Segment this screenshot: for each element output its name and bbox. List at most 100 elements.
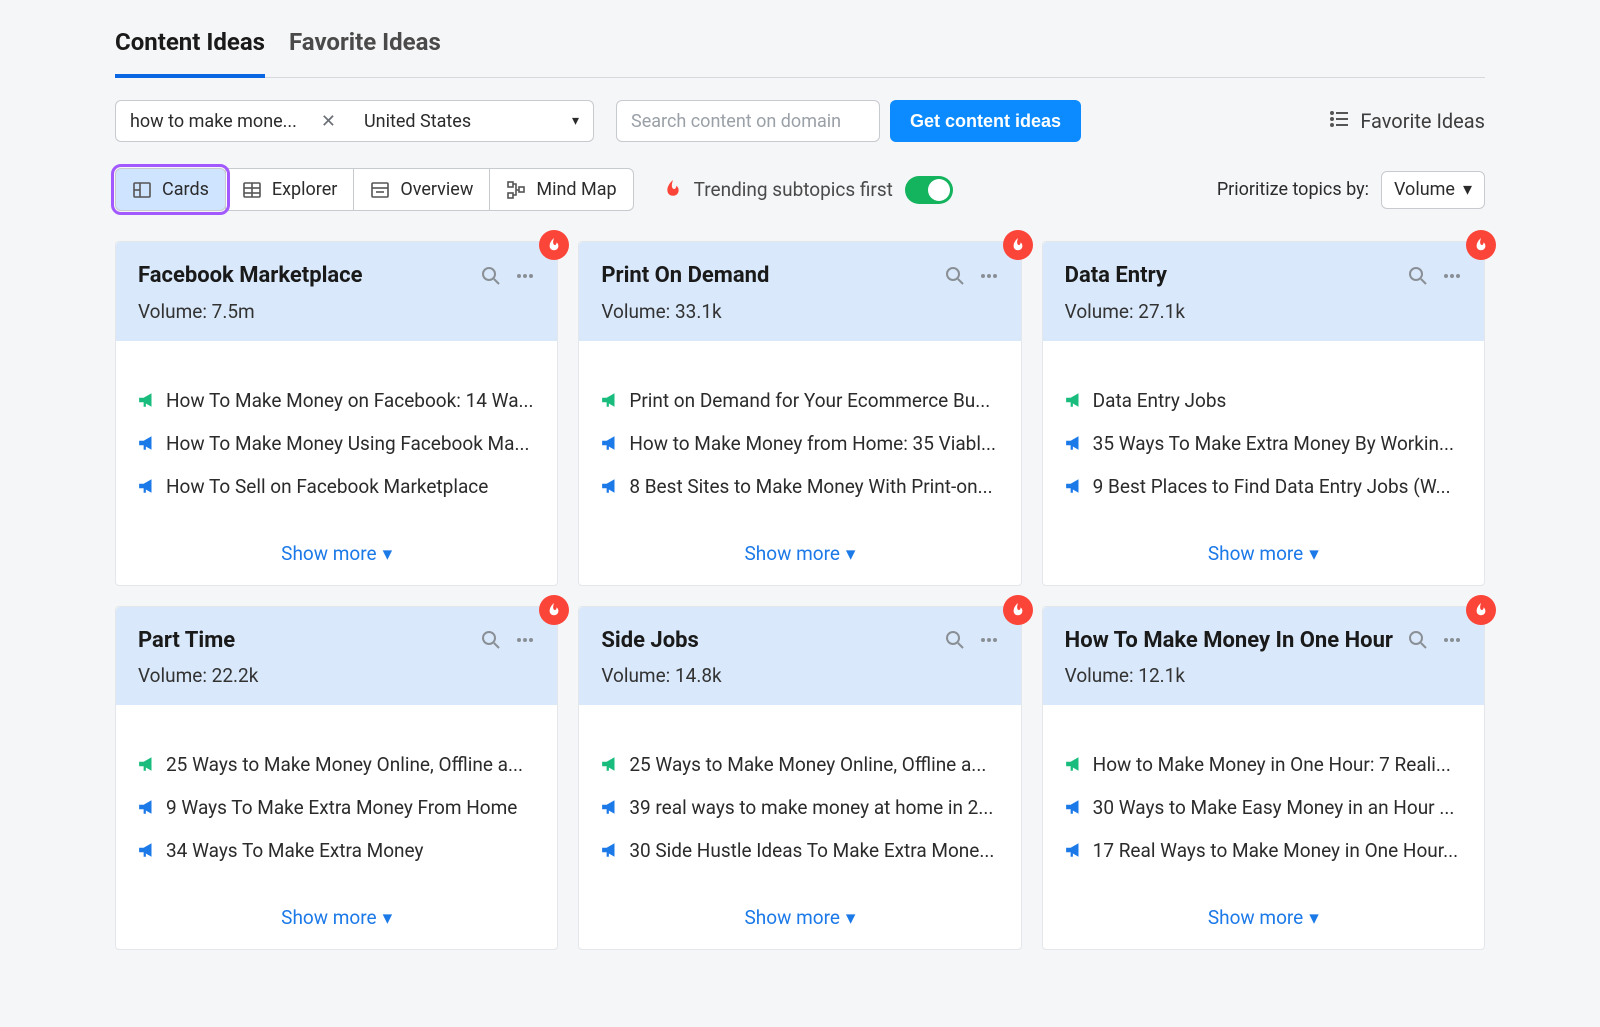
- content-idea-item[interactable]: 34 Ways To Make Extra Money: [138, 839, 535, 862]
- clear-query-icon[interactable]: ✕: [321, 111, 336, 132]
- show-more-button[interactable]: Show more ▾: [1043, 892, 1484, 949]
- query-chip[interactable]: how to make mone... ✕: [115, 100, 351, 142]
- tab-content-ideas[interactable]: Content Ideas: [115, 18, 265, 78]
- search-icon[interactable]: [945, 630, 965, 650]
- content-idea-text: How To Sell on Facebook Marketplace: [166, 475, 488, 498]
- view-overview-label: Overview: [400, 179, 473, 200]
- content-idea-item[interactable]: 9 Best Places to Find Data Entry Jobs (W…: [1065, 475, 1462, 498]
- card-title: How To Make Money In One Hour: [1065, 627, 1398, 655]
- content-idea-text: 9 Ways To Make Extra Money From Home: [166, 796, 517, 819]
- content-idea-item[interactable]: 30 Ways to Make Easy Money in an Hour ..…: [1065, 796, 1462, 819]
- more-icon[interactable]: [515, 266, 535, 286]
- content-idea-text: 25 Ways to Make Money Online, Offline a.…: [629, 753, 986, 776]
- overview-icon: [370, 180, 390, 200]
- favorite-ideas-label: Favorite Ideas: [1360, 109, 1485, 133]
- content-idea-text: 8 Best Sites to Make Money With Print-on…: [629, 475, 992, 498]
- search-icon[interactable]: [1408, 266, 1428, 286]
- content-idea-text: Print on Demand for Your Ecommerce Bu...: [629, 389, 990, 412]
- content-idea-item[interactable]: Data Entry Jobs: [1065, 389, 1462, 412]
- search-icon[interactable]: [945, 266, 965, 286]
- topic-card: Part Time Volume: 22.2k 25 Ways to Make …: [115, 606, 558, 951]
- content-idea-item[interactable]: 30 Side Hustle Ideas To Make Extra Mone.…: [601, 839, 998, 862]
- card-header: Part Time Volume: 22.2k: [116, 607, 557, 706]
- show-more-button[interactable]: Show more ▾: [1043, 528, 1484, 585]
- show-more-label: Show more: [1208, 542, 1303, 565]
- chevron-down-icon: ▾: [383, 542, 393, 565]
- trending-badge: [539, 595, 569, 625]
- content-idea-item[interactable]: 25 Ways to Make Money Online, Offline a.…: [601, 753, 998, 776]
- favorite-ideas-link[interactable]: Favorite Ideas: [1330, 109, 1485, 134]
- explorer-icon: [242, 180, 262, 200]
- filter-row: how to make mone... ✕ United States ▾ Se…: [115, 78, 1485, 142]
- search-icon[interactable]: [1408, 630, 1428, 650]
- topic-card: How To Make Money In One Hour Volume: 12…: [1042, 606, 1485, 951]
- trending-toggle[interactable]: [905, 176, 953, 204]
- content-idea-text: 34 Ways To Make Extra Money: [166, 839, 424, 862]
- content-idea-item[interactable]: How To Sell on Facebook Marketplace: [138, 475, 535, 498]
- trending-toggle-group: Trending subtopics first: [664, 176, 953, 204]
- chevron-down-icon: ▾: [846, 542, 856, 565]
- megaphone-icon: [1065, 434, 1083, 452]
- content-idea-item[interactable]: How To Make Money on Facebook: 14 Wa...: [138, 389, 535, 412]
- more-icon[interactable]: [979, 630, 999, 650]
- card-body: 25 Ways to Make Money Online, Offline a.…: [116, 705, 557, 892]
- prioritize-select[interactable]: Volume ▾: [1381, 171, 1485, 209]
- megaphone-icon: [138, 391, 156, 409]
- content-idea-item[interactable]: 8 Best Sites to Make Money With Print-on…: [601, 475, 998, 498]
- megaphone-icon: [601, 841, 619, 859]
- content-idea-text: Data Entry Jobs: [1093, 389, 1227, 412]
- country-text: United States: [364, 111, 471, 132]
- show-more-label: Show more: [281, 542, 376, 565]
- content-idea-item[interactable]: 17 Real Ways to Make Money in One Hour..…: [1065, 839, 1462, 862]
- content-idea-text: 30 Ways to Make Easy Money in an Hour ..…: [1093, 796, 1455, 819]
- view-explorer-button[interactable]: Explorer: [225, 168, 355, 211]
- megaphone-icon: [1065, 477, 1083, 495]
- domain-placeholder: Search content on domain: [631, 111, 841, 132]
- megaphone-icon: [601, 391, 619, 409]
- megaphone-icon: [138, 755, 156, 773]
- show-more-button[interactable]: Show more ▾: [116, 892, 557, 949]
- more-icon[interactable]: [1442, 630, 1462, 650]
- content-idea-item[interactable]: 25 Ways to Make Money Online, Offline a.…: [138, 753, 535, 776]
- cards-icon: [132, 180, 152, 200]
- content-idea-item[interactable]: Print on Demand for Your Ecommerce Bu...: [601, 389, 998, 412]
- content-idea-item[interactable]: 39 real ways to make money at home in 2.…: [601, 796, 998, 819]
- get-ideas-button[interactable]: Get content ideas: [890, 100, 1081, 142]
- domain-search-input[interactable]: Search content on domain: [616, 100, 880, 142]
- card-body: 25 Ways to Make Money Online, Offline a.…: [579, 705, 1020, 892]
- content-idea-item[interactable]: How to Make Money from Home: 35 Viabl...: [601, 432, 998, 455]
- megaphone-icon: [601, 755, 619, 773]
- trending-badge: [1003, 595, 1033, 625]
- view-cards-button[interactable]: Cards: [115, 168, 226, 211]
- prioritize-group: Prioritize topics by: Volume ▾: [1217, 171, 1485, 209]
- content-idea-item[interactable]: How to Make Money in One Hour: 7 Reali..…: [1065, 753, 1462, 776]
- chevron-down-icon: ▾: [383, 906, 393, 929]
- mindmap-icon: [506, 180, 526, 200]
- show-more-button[interactable]: Show more ▾: [116, 528, 557, 585]
- card-header: Side Jobs Volume: 14.8k: [579, 607, 1020, 706]
- search-icon[interactable]: [481, 266, 501, 286]
- content-idea-item[interactable]: 9 Ways To Make Extra Money From Home: [138, 796, 535, 819]
- prioritize-label: Prioritize topics by:: [1217, 179, 1369, 200]
- country-select[interactable]: United States ▾: [350, 100, 594, 142]
- content-idea-item[interactable]: 35 Ways To Make Extra Money By Workin...: [1065, 432, 1462, 455]
- megaphone-icon: [138, 477, 156, 495]
- card-title: Side Jobs: [601, 627, 934, 655]
- megaphone-icon: [601, 798, 619, 816]
- content-idea-text: How to Make Money from Home: 35 Viabl...: [629, 432, 996, 455]
- card-header: How To Make Money In One Hour Volume: 12…: [1043, 607, 1484, 706]
- show-more-button[interactable]: Show more ▾: [579, 892, 1020, 949]
- view-overview-button[interactable]: Overview: [353, 168, 490, 211]
- view-mindmap-button[interactable]: Mind Map: [489, 168, 633, 211]
- flame-icon: [664, 180, 682, 200]
- tab-favorite-ideas[interactable]: Favorite Ideas: [289, 18, 441, 77]
- chevron-down-icon: ▾: [1463, 179, 1472, 200]
- show-more-button[interactable]: Show more ▾: [579, 528, 1020, 585]
- search-icon[interactable]: [481, 630, 501, 650]
- show-more-label: Show more: [281, 906, 376, 929]
- view-switcher: Cards Explorer Overview Mind Map: [115, 168, 634, 211]
- more-icon[interactable]: [1442, 266, 1462, 286]
- more-icon[interactable]: [979, 266, 999, 286]
- content-idea-item[interactable]: How To Make Money Using Facebook Ma...: [138, 432, 535, 455]
- more-icon[interactable]: [515, 630, 535, 650]
